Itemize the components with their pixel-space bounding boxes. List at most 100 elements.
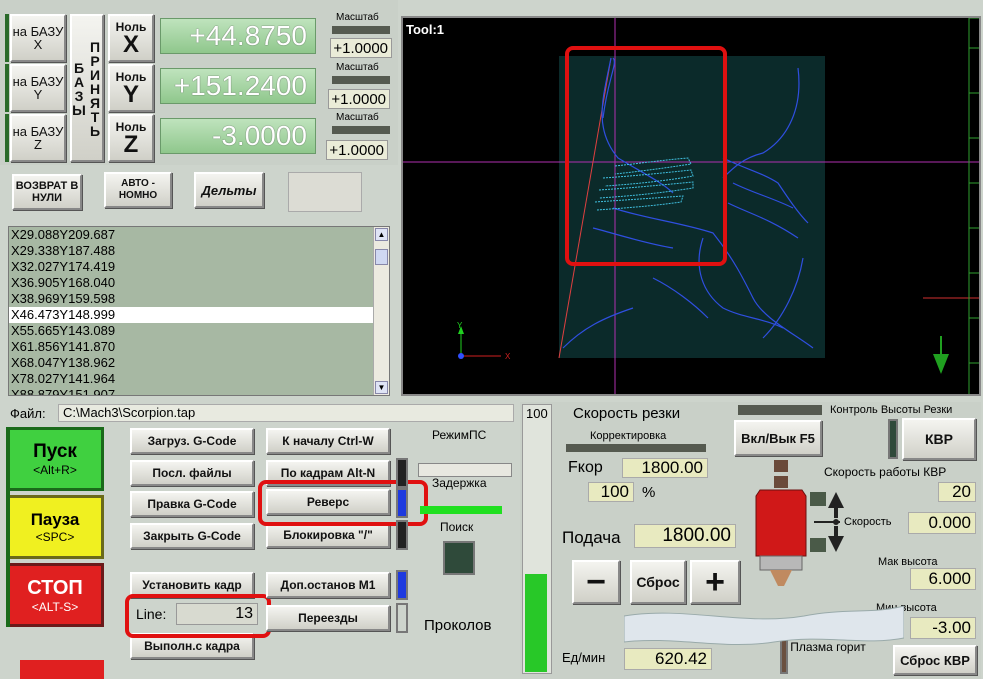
feed-title: Скорость резки [573, 405, 681, 422]
block-skip-led [396, 520, 408, 550]
zero-y-button[interactable]: Ноль Y [108, 64, 154, 112]
gcode-line[interactable]: X61.856Y141.870 [9, 339, 389, 355]
thc-top-bar [738, 405, 822, 415]
scale-x-value[interactable]: +1.0000 [330, 38, 392, 58]
zero-z-button[interactable]: Ноль Z [108, 114, 154, 162]
home-x-button[interactable]: на БАЗУ X [10, 14, 66, 62]
dro-y-value[interactable]: +151.2400 [160, 68, 316, 104]
accept-bases-button[interactable]: ПРИНЯТЬ БАЗЫ [70, 14, 104, 162]
home-led-y [5, 64, 9, 112]
close-gcode-button[interactable]: Закрыть G-Code [130, 523, 254, 549]
scroll-thumb[interactable] [375, 249, 388, 265]
zero-x-letter: X [122, 31, 139, 58]
scale-y-bar [332, 76, 390, 84]
scroll-down-icon[interactable]: ▼ [375, 381, 388, 394]
pause-button[interactable]: Пауза <SPC> [6, 495, 104, 559]
stop-label: СТОП [27, 576, 83, 599]
gcode-line[interactable]: X29.338Y187.488 [9, 243, 389, 259]
mode-slider[interactable] [418, 463, 512, 477]
dro-z-value[interactable]: -3.0000 [160, 118, 316, 154]
home-led-x [5, 14, 9, 62]
gcode-line[interactable]: X38.969Y159.598 [9, 291, 389, 307]
thc-current-value: 0.000 [908, 512, 976, 534]
rapids-led [396, 603, 408, 633]
optional-stop-button[interactable]: Доп.останов M1 [266, 572, 390, 598]
gcode-line[interactable]: X29.088Y209.687 [9, 227, 389, 243]
recent-files-button[interactable]: Посл. файлы [130, 460, 254, 486]
gcode-line-selected[interactable]: X46.473Y148.999 [9, 307, 389, 323]
run-leds-strip [6, 427, 10, 627]
scale-z-bar [332, 126, 390, 134]
dro-x-value[interactable]: +44.8750 [160, 18, 316, 54]
thc-title: Контроль Высоты Резки [830, 404, 953, 416]
reset-kvr-button[interactable]: Сброс КВР [893, 645, 977, 675]
scale-y-value[interactable]: +1.0000 [328, 89, 390, 109]
gcode-line[interactable]: X68.047Y138.962 [9, 355, 389, 371]
rewind-button[interactable]: К началу Ctrl-W [266, 428, 390, 454]
start-key: <Alt+R> [33, 463, 77, 477]
home-z-button[interactable]: на БАЗУ Z [10, 114, 66, 162]
pause-key: <SPC> [35, 530, 75, 544]
gcode-line[interactable]: X32.027Y174.419 [9, 259, 389, 275]
mode-label: РежимПС [432, 428, 487, 442]
highlight-toolpath [565, 46, 727, 266]
start-button[interactable]: Пуск <Alt+R> [6, 427, 104, 491]
single-block-led [396, 458, 408, 488]
scale-x-label: Масштаб [336, 12, 379, 23]
torch-illustration [624, 460, 904, 646]
feed-slider-value: 100 [526, 406, 548, 421]
load-gcode-button[interactable]: Загруз. G-Code [130, 428, 254, 454]
gcode-line[interactable]: X36.905Y168.040 [9, 275, 389, 291]
search-label: Поиск [440, 520, 474, 534]
fkor-label: Fкор [568, 459, 603, 476]
delay-label: Задержка [432, 476, 487, 490]
search-led [443, 541, 475, 575]
svg-text:X: X [505, 352, 511, 361]
highlight-line [125, 594, 271, 638]
auto-button[interactable]: АВТО - НОМНО [104, 172, 172, 208]
gcode-line[interactable]: X55.665Y143.089 [9, 323, 389, 339]
stop-key: <ALT-S> [31, 599, 79, 614]
thc-min-value[interactable]: -3.00 [910, 617, 976, 639]
scale-z-label: Масштаб [336, 112, 379, 123]
zero-x-button[interactable]: Ноль X [108, 14, 154, 62]
scale-z-value[interactable]: +1.0000 [326, 140, 388, 160]
deltas-button[interactable]: Дельты [194, 172, 264, 208]
scroll-up-icon[interactable]: ▲ [375, 228, 388, 241]
thc-speed-value[interactable]: 20 [938, 482, 976, 502]
stop-button[interactable]: СТОП <ALT-S> [6, 563, 104, 627]
feed-correction-label: Корректировка [590, 430, 667, 442]
svg-text:Y: Y [457, 321, 463, 330]
thc-max-value[interactable]: 6.000 [910, 568, 976, 590]
blank-display [288, 172, 362, 212]
units-label: Ед/мин [562, 650, 606, 665]
delay-bar [420, 506, 502, 514]
thc-onoff-button[interactable]: Вкл/Вык F5 [734, 420, 822, 456]
file-path: C:\Mach3\Scorpion.tap [58, 404, 514, 422]
scale-y-label: Масштаб [336, 62, 379, 73]
pause-label: Пауза [30, 510, 80, 529]
home-led-z [5, 114, 9, 162]
rapids-button[interactable]: Переезды [266, 605, 390, 631]
gcode-line[interactable]: X88.879Y151.907 [9, 387, 389, 395]
feed-correction-bar[interactable] [566, 444, 706, 452]
file-label: Файл: [10, 406, 46, 421]
edit-gcode-button[interactable]: Правка G-Code [130, 491, 254, 517]
reset-bar[interactable] [20, 660, 104, 679]
kvr-button[interactable]: КВР [902, 418, 976, 460]
pierces-label: Проколов [424, 617, 492, 634]
feed-minus-button[interactable]: − [572, 560, 620, 604]
thc-led [888, 419, 898, 459]
gcode-line[interactable]: X78.027Y141.964 [9, 371, 389, 387]
gcode-scrollbar[interactable]: ▲ ▼ [373, 227, 389, 395]
feed-slider-fill [525, 574, 547, 672]
optional-stop-led [396, 570, 408, 600]
zero-y-letter: Y [122, 81, 139, 108]
home-y-button[interactable]: на БАЗУ Y [10, 64, 66, 112]
feed-label: Подача [562, 528, 621, 547]
gcode-list[interactable]: X29.088Y209.687 X29.338Y187.488 X32.027Y… [8, 226, 390, 396]
return-zero-button[interactable]: ВОЗВРАТ В НУЛИ [12, 174, 82, 210]
reverse-led [396, 488, 408, 518]
start-label: Пуск [33, 441, 77, 462]
zero-z-letter: Z [123, 131, 139, 158]
